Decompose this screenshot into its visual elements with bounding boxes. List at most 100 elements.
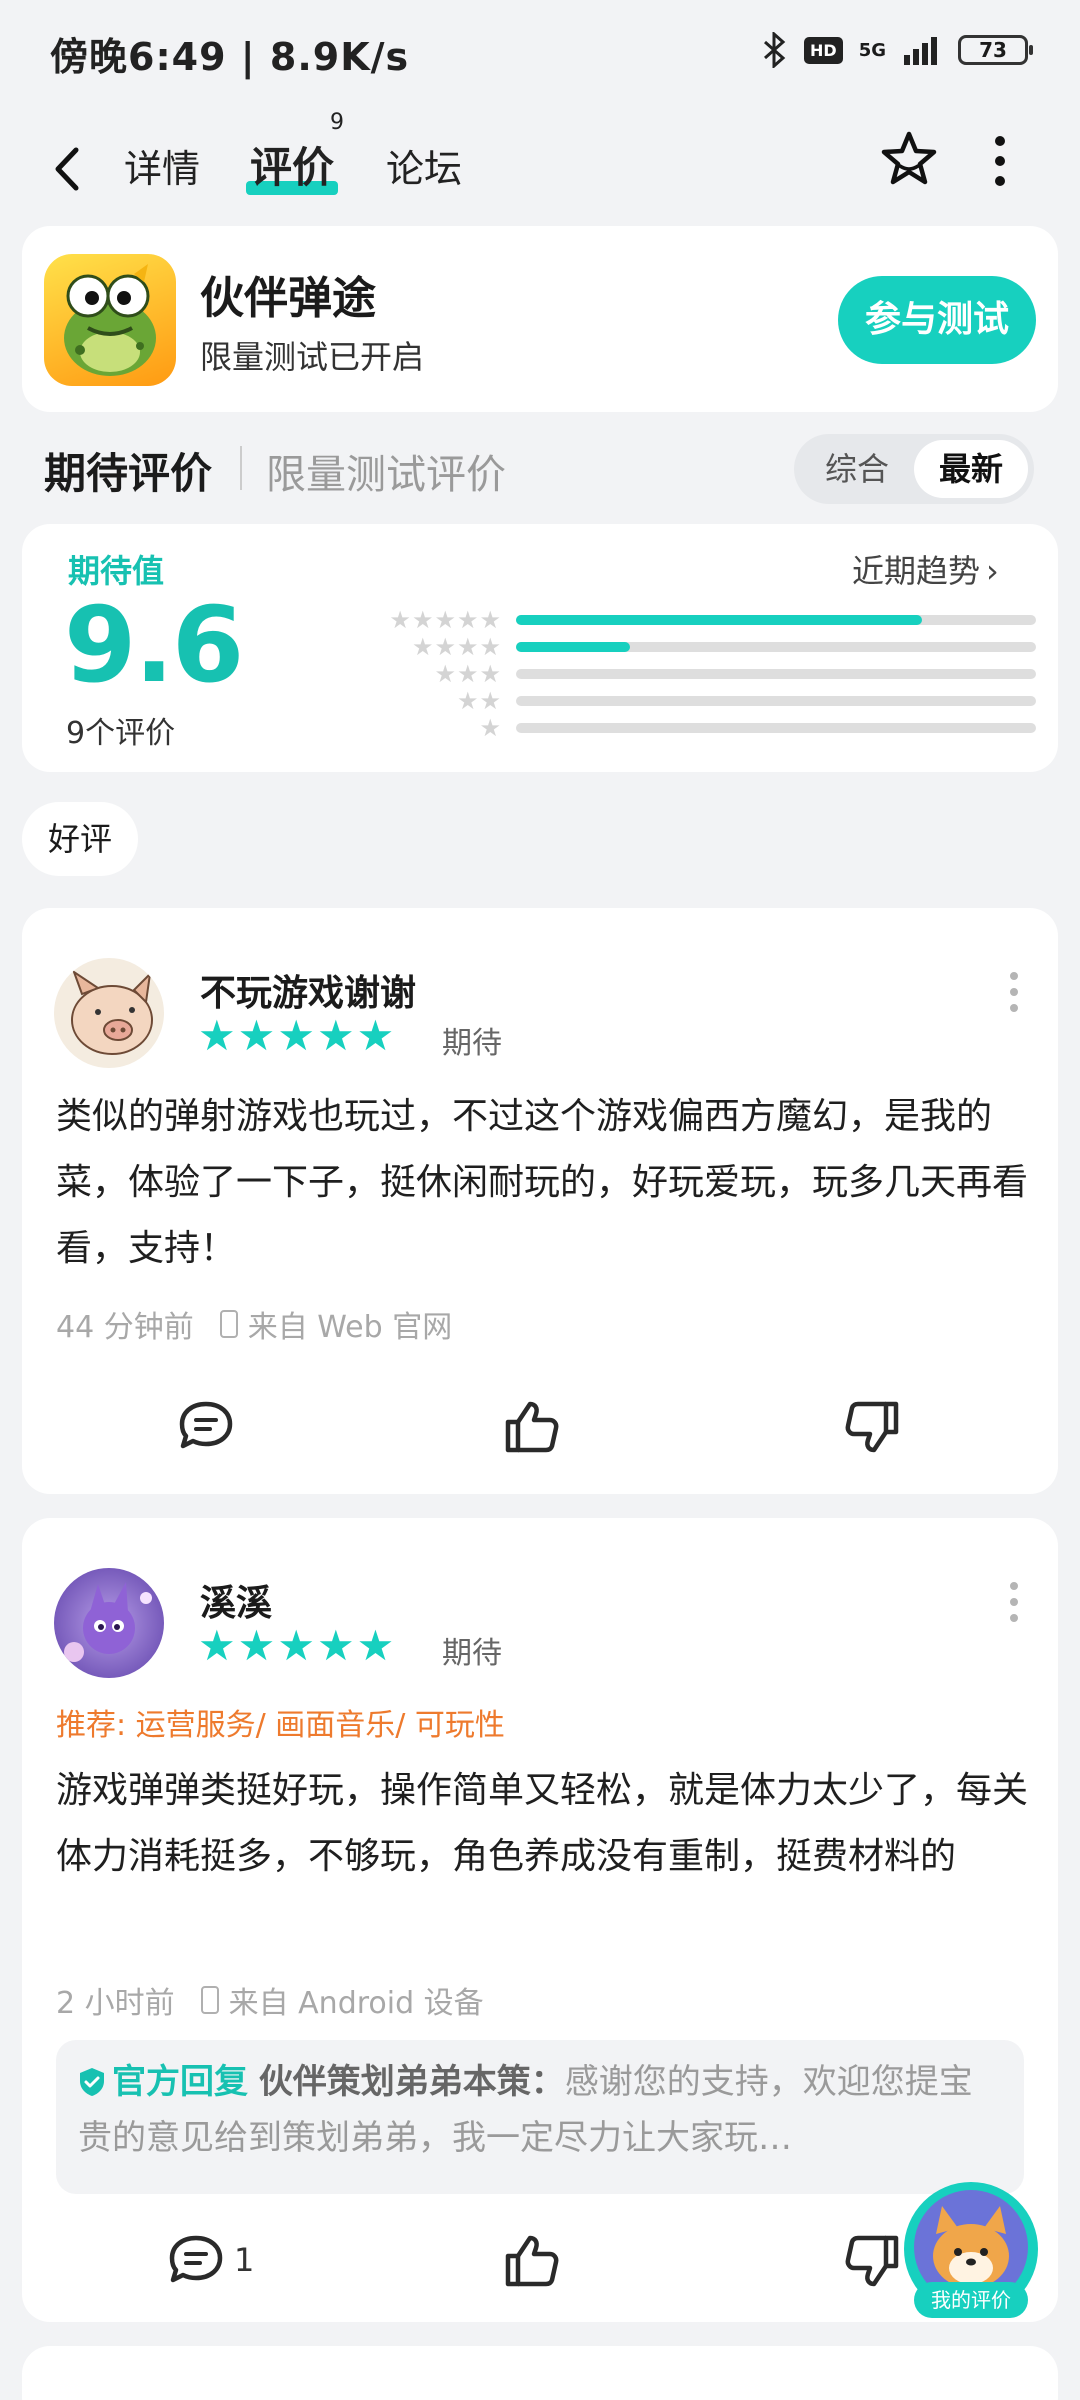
star-icon: ★ [237,1011,276,1060]
rating-bar-3-star: ★★★ [352,662,1042,686]
rating-bar-track [516,696,1036,706]
rating-bar-5-star: ★★★★★ [352,608,1042,632]
thumbs-down-icon [845,2235,899,2287]
favorite-button[interactable] [876,126,942,192]
section-tab-limited-test-reviews[interactable]: 限量测试评价 [266,442,506,500]
review-count: 9个评价 [66,716,176,751]
review-meta: 44 分钟前 来自 Web 官网 [56,1302,452,1346]
rating-bar-stars: ★★★★★ [389,606,502,634]
reviewer-name[interactable]: 溪溪 [200,1574,272,1626]
review-more-button[interactable] [1010,1582,1020,1622]
star-icon: ★ [198,1011,236,1060]
back-button[interactable] [52,136,82,204]
review-card: 不玩游戏谢谢 ★ ★ ★ ★ ★ 期待 类似的弹射游戏也玩过，不过这个游戏偏西方魔幻，是… [22,908,1058,1494]
more-options-button[interactable] [990,136,1010,186]
rating-bar-fill [516,642,631,652]
review-text[interactable]: 游戏弹弹类挺好玩，操作简单又轻松，就是体力太少了，每关体力消耗挺多，不够玩，角色… [56,1758,1036,1890]
comment-count: 1 [234,2241,255,2279]
avatar[interactable] [54,1568,164,1678]
star-icon: ★ [277,1011,315,1060]
thumbs-up-icon [505,2235,559,2287]
app-name: 伙伴弹途 [200,273,376,324]
star-icon: ★ [198,1621,236,1670]
device-icon [219,1310,238,1338]
rating-bar-track [516,642,1036,652]
rating-bar-stars: ★★ [456,687,502,715]
review-meta: 2 小时前 来自 Android 设备 [56,1978,484,2022]
sort-toggle: 综合 最新 [794,434,1034,504]
official-reply[interactable]: 官方回复 伙伴策划弟弟本策：感谢您的支持，欢迎您提宝贵的意见给到策划弟弟，我一定… [56,2040,1024,2194]
tab-details[interactable]: 详情 [124,138,200,193]
top-nav: 详情 评价 9 论坛 [0,110,1080,220]
review-rating-stars: ★ ★ ★ ★ ★ [198,1624,394,1668]
star-icon: ★ [356,1621,395,1670]
filter-chip-positive[interactable]: 好评 [22,802,139,876]
star-icon: ★ [356,1011,395,1060]
rating-bar-4-star: ★★★★ [352,635,1042,659]
star-icon: ★ [316,1621,355,1670]
status-time: 傍晚6:49 | 8.9K/s [50,35,410,79]
star-outline-icon [881,131,937,185]
rating-bar-track [516,723,1036,733]
review-tag: 期待 [442,1026,502,1061]
review-tag: 期待 [442,1636,502,1671]
sort-option-overall[interactable]: 综合 [800,440,914,498]
score-value: 9.6 [64,584,244,706]
tab-reviews-count-badge: 9 [330,110,344,135]
review-actions [22,1398,1058,1478]
device-icon [200,1986,219,2014]
hd-badge: HD [804,36,843,64]
rating-bar-fill [516,615,922,625]
review-time: 2 小时前 [56,1986,175,2021]
dislike-button[interactable] [842,1398,902,1456]
my-review-button[interactable]: 我的评价 [904,2182,1038,2318]
review-more-button[interactable] [1010,972,1020,1012]
signal-icon [904,37,937,65]
rating-bar-stars: ★★★ [434,660,502,688]
app-info-card[interactable]: 伙伴弹途 限量测试已开启 参与测试 [22,226,1058,412]
recent-trend-link[interactable]: 近期趋势 › [852,546,999,592]
shield-check-icon [80,2068,104,2096]
comment-button[interactable]: 1 [166,2232,254,2288]
status-bar: 傍晚6:49 | 8.9K/s HD 5G 73 [0,0,1080,100]
like-button[interactable] [502,1398,562,1456]
rating-summary-card: 期待值 9.6 9个评价 近期趋势 › ★★★★★ ★★★★ ★★★ ★★ ★ [22,524,1058,772]
rating-bar-1-star: ★ [352,716,1042,740]
review-actions: 1 [22,2232,1058,2312]
chevron-right-icon: › [986,552,999,590]
avatar[interactable] [54,958,164,1068]
section-tab-expectation-reviews[interactable]: 期待评价 [44,440,212,501]
comment-button[interactable] [176,1398,236,1454]
rating-bar-track [516,615,1036,625]
network-label: 5G [858,39,886,61]
rating-bar-stars: ★★★★ [411,633,502,661]
reviewer-name[interactable]: 不玩游戏谢谢 [200,964,416,1016]
thumbs-down-icon [845,1401,899,1453]
bluetooth-icon [764,32,786,68]
review-text[interactable]: 类似的弹射游戏也玩过，不过这个游戏偏西方魔幻，是我的菜，体验了一下子，挺休闲耐玩… [56,1084,1036,1282]
app-icon [44,254,176,386]
star-icon: ★ [237,1621,276,1670]
tab-reviews[interactable]: 评价 [246,134,339,195]
my-review-label: 我的评价 [914,2282,1028,2318]
star-icon: ★ [316,1011,355,1060]
join-test-button[interactable]: 参与测试 [838,276,1036,364]
section-divider [240,446,242,490]
official-reply-text: 官方回复 伙伴策划弟弟本策：感谢您的支持，欢迎您提宝贵的意见给到策划弟弟，我一定… [78,2054,1002,2166]
status-icons: HD 5G 73 [762,32,1033,68]
app-status-text: 限量测试已开启 [200,338,425,376]
chevron-left-icon [55,147,79,191]
recent-trend-label: 近期趋势 [852,552,981,590]
comment-icon [169,2235,223,2283]
sort-option-latest[interactable]: 最新 [914,440,1028,498]
review-card: 溪溪 ★ ★ ★ ★ ★ 期待 推荐: 运营服务/ 画面音乐/ 可玩性 游戏弹弹类挺好玩… [22,1518,1058,2322]
review-time: 44 分钟前 [56,1310,194,1345]
star-icon: ★ [277,1621,315,1670]
review-source: 来自 Android 设备 [228,1986,484,2021]
tab-forum[interactable]: 论坛 [386,138,462,193]
tab-reviews-label: 评价 [250,143,335,192]
comment-icon [179,1401,233,1449]
like-button[interactable] [502,2232,562,2290]
thumbs-up-icon [505,1401,559,1453]
dislike-button[interactable] [842,2232,902,2290]
